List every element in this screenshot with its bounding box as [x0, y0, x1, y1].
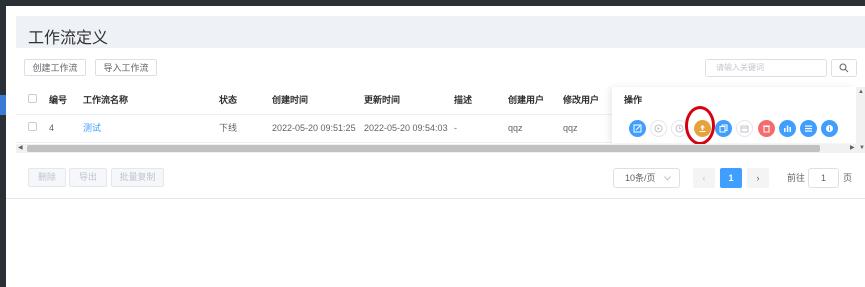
schedule-button[interactable]	[736, 120, 753, 137]
scroll-down-icon[interactable]: ▼	[859, 144, 865, 153]
operations-column: 操作	[612, 87, 856, 143]
page-title: 工作流定义	[28, 30, 109, 47]
search-input[interactable]: 请输入关键词	[705, 59, 827, 77]
side-navigation-edge	[0, 0, 6, 287]
scroll-left-icon[interactable]: ◀	[18, 144, 23, 153]
header-name: 工作流名称	[83, 95, 129, 105]
header-status: 状态	[219, 95, 238, 105]
bar-chart-icon	[784, 125, 791, 132]
search-icon	[839, 63, 849, 73]
window-top-border	[6, 0, 865, 6]
copy-icon	[719, 124, 728, 133]
page-size-select[interactable]: 10条/页	[613, 168, 680, 188]
row-updated-time: 2022-05-20 09:54:03	[364, 123, 448, 133]
chevron-down-icon	[664, 176, 671, 181]
scrollbar-thumb[interactable]	[27, 145, 820, 152]
play-icon	[654, 124, 663, 133]
run-button[interactable]	[650, 120, 667, 137]
export-button[interactable]: 导出	[69, 168, 107, 187]
page-number-1[interactable]: 1	[720, 168, 742, 188]
row-creator: qqz	[508, 123, 523, 133]
goto-page-input[interactable]: 1	[808, 168, 839, 188]
page-suffix: 页	[843, 173, 853, 183]
edit-icon	[633, 124, 642, 133]
import-workflow-button[interactable]: 导入工作流	[95, 59, 157, 76]
header-operations: 操作	[624, 95, 643, 105]
header-creator: 创建用户	[508, 95, 545, 105]
version-list-button[interactable]	[800, 120, 817, 137]
row-modifier: qqz	[563, 123, 578, 133]
header-description: 描述	[454, 95, 473, 105]
chevron-left-icon: ‹	[702, 173, 706, 183]
workflow-name-link[interactable]: 测试	[83, 115, 101, 142]
content-bottom-divider	[6, 198, 865, 199]
header-updated-time: 更新时间	[364, 95, 401, 105]
row-checkbox[interactable]	[28, 122, 37, 131]
scroll-right-icon[interactable]: ▶	[850, 144, 855, 153]
batch-copy-button[interactable]: 批量复制	[111, 168, 164, 187]
info-button[interactable]	[821, 120, 838, 137]
nav-active-indicator	[0, 95, 6, 115]
copy-button[interactable]	[715, 120, 732, 137]
page-header: 工作流定义	[16, 16, 865, 48]
next-page-button[interactable]: ›	[747, 168, 769, 188]
highlight-annotation-circle	[685, 106, 715, 145]
row-description: -	[454, 123, 457, 133]
page-size-value: 10条/页	[625, 173, 656, 183]
header-id: 编号	[49, 95, 68, 105]
chevron-right-icon: ›	[756, 173, 760, 183]
row-id: 4	[49, 123, 55, 133]
row-created-time: 2022-05-20 09:51:25	[272, 123, 356, 133]
delete-bulk-button[interactable]: 删除	[28, 168, 66, 187]
header-created-time: 创建时间	[272, 95, 309, 105]
edit-button[interactable]	[629, 120, 646, 137]
delete-icon	[763, 125, 770, 133]
goto-label: 前往	[787, 173, 806, 183]
prev-page-button[interactable]: ‹	[693, 168, 715, 188]
statistics-button[interactable]	[779, 120, 796, 137]
scroll-up-icon[interactable]: ▲	[858, 89, 864, 95]
vertical-scrollbar[interactable]: ▲	[856, 87, 865, 144]
calendar-icon	[740, 125, 749, 133]
horizontal-scrollbar[interactable]: ◀ ▶ ▼	[16, 144, 865, 153]
search-button[interactable]	[831, 59, 857, 77]
row-status: 下线	[219, 123, 238, 133]
create-workflow-button[interactable]: 创建工作流	[24, 59, 86, 76]
list-icon	[805, 125, 812, 132]
select-all-checkbox[interactable]	[28, 94, 37, 103]
header-modifier: 修改用户	[563, 95, 600, 105]
delete-button[interactable]	[758, 120, 775, 137]
info-icon	[826, 125, 833, 132]
clock-icon	[675, 124, 684, 133]
